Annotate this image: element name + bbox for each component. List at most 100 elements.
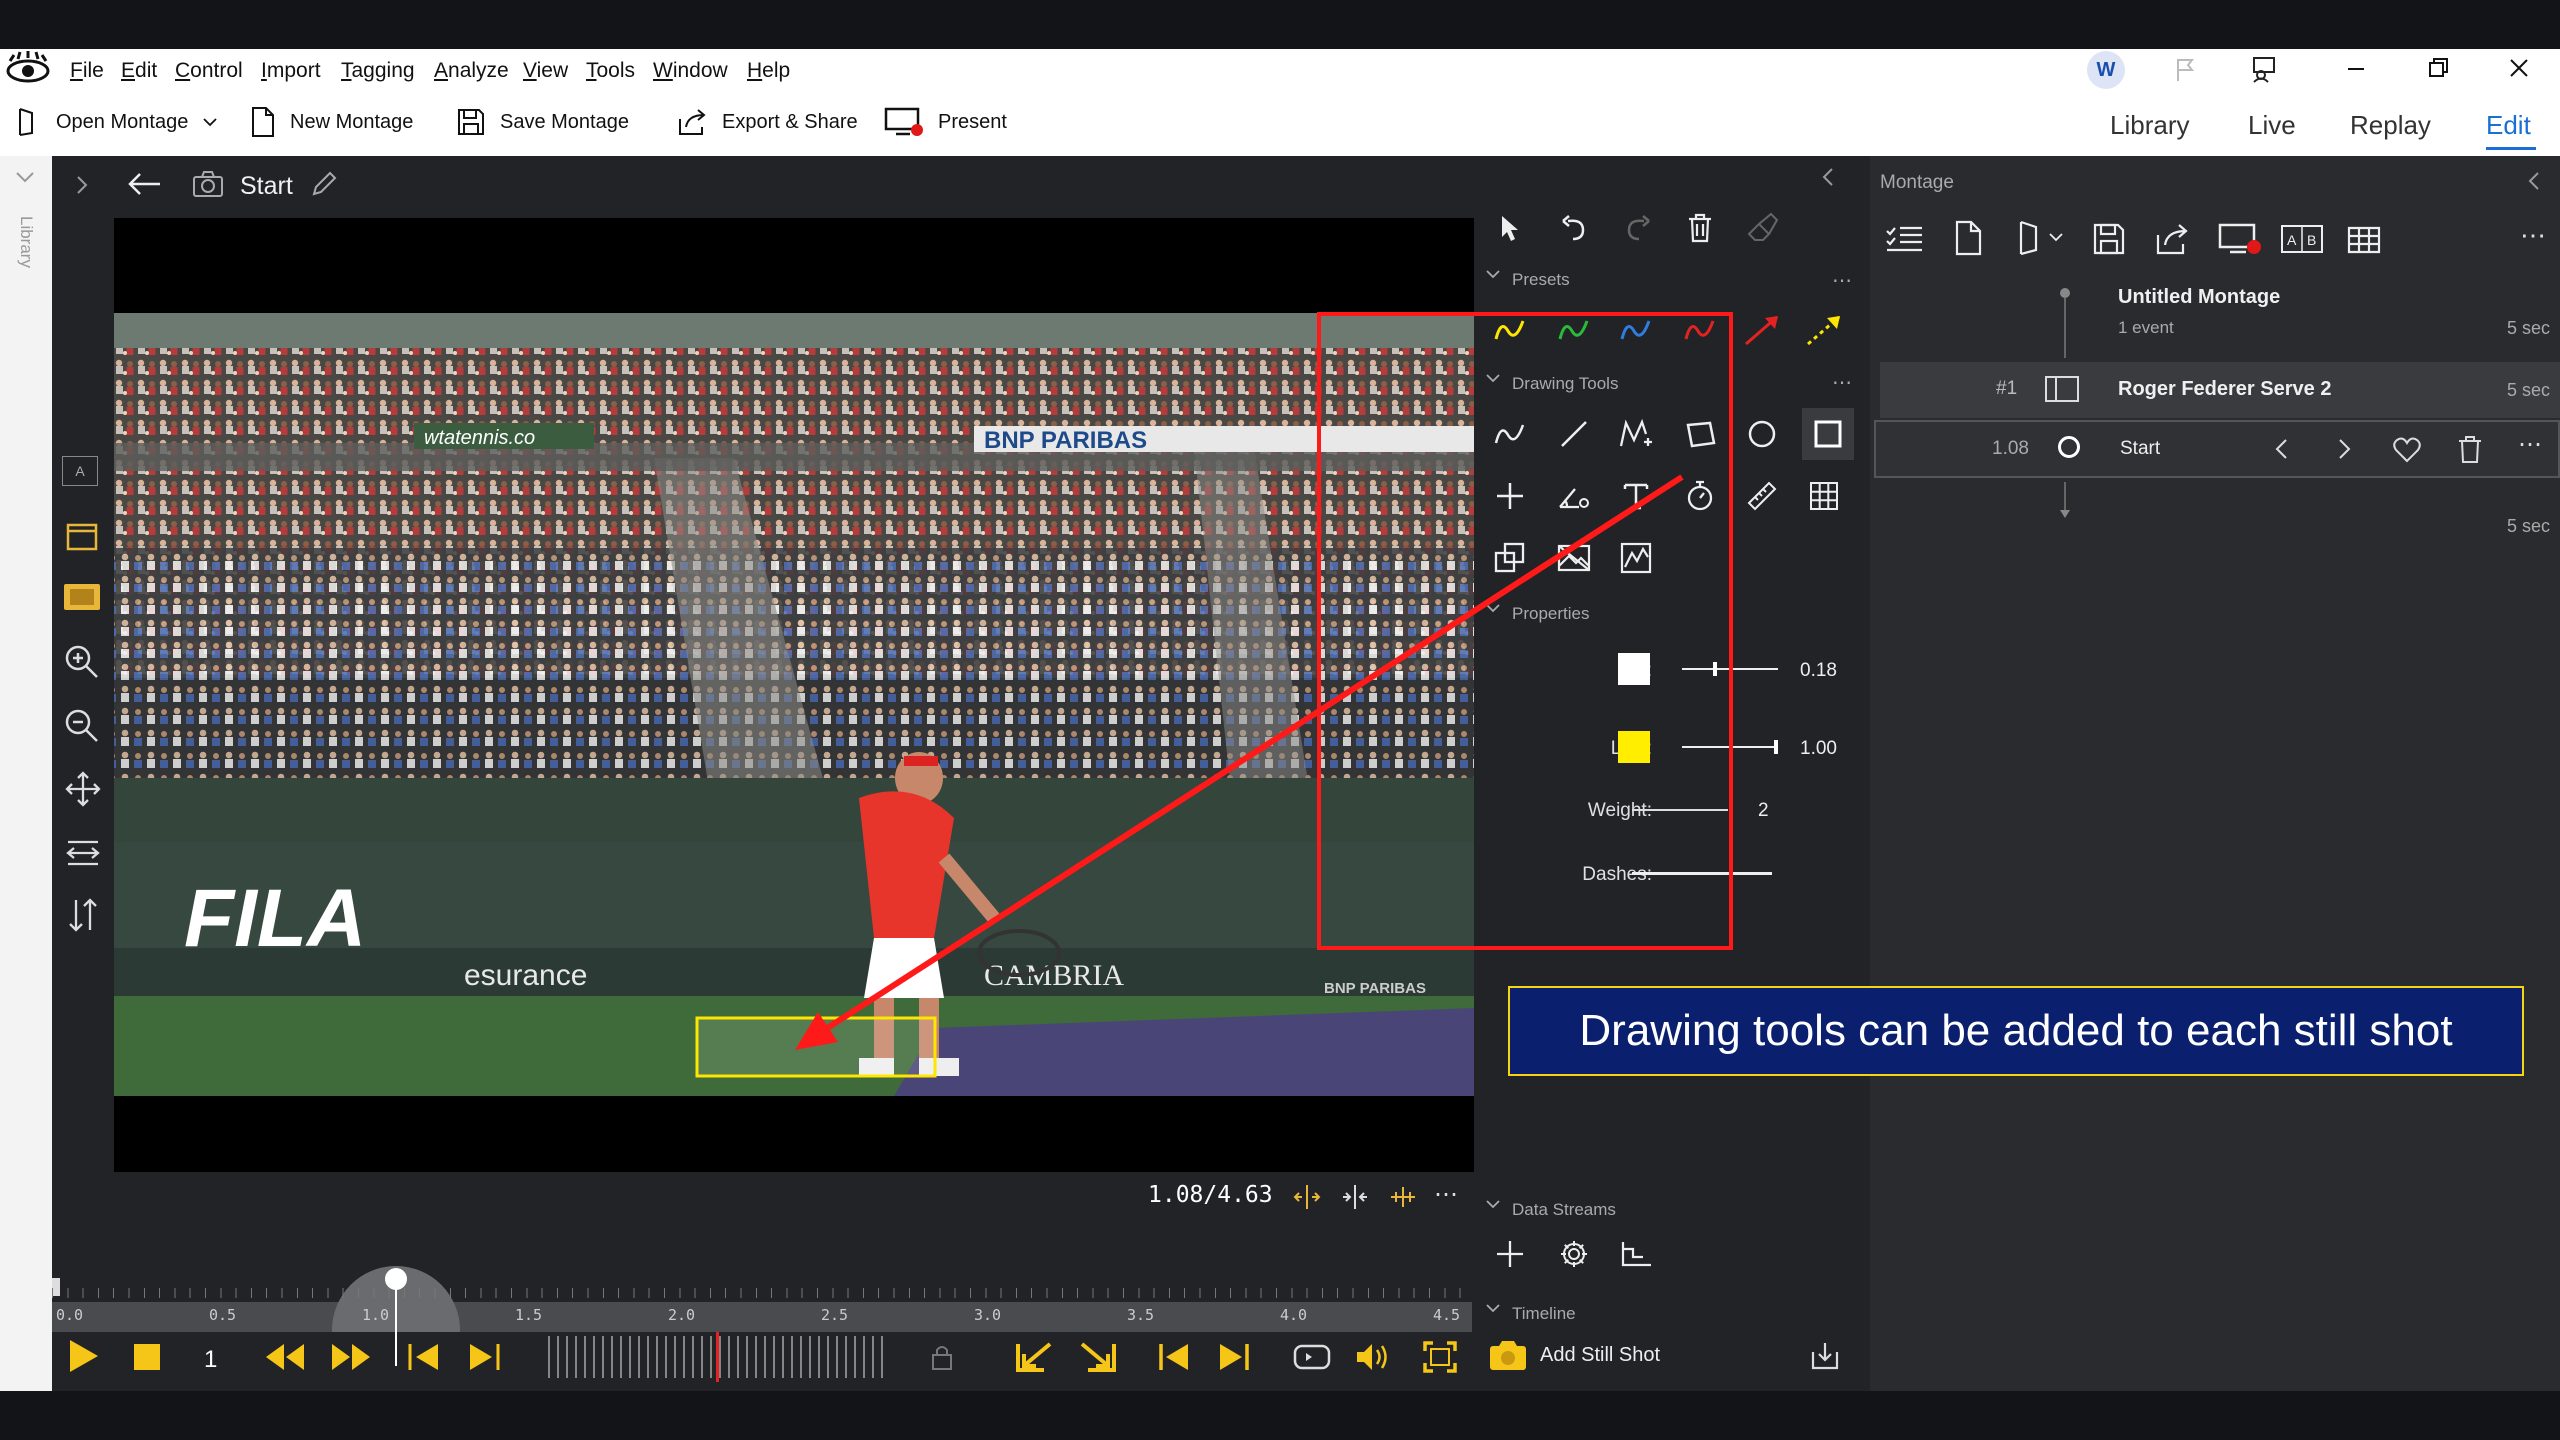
axis-chart-icon[interactable] xyxy=(1614,1232,1658,1276)
compare-ab-icon[interactable]: AB xyxy=(2280,224,2324,254)
tab-live[interactable]: Live xyxy=(2248,110,2296,141)
menu-view[interactable]: View xyxy=(523,59,568,83)
feedback-icon[interactable] xyxy=(2250,55,2278,83)
menu-window[interactable]: Window xyxy=(653,59,728,83)
video-viewer[interactable]: wtatennis.co BNP PARIBAS FILA esurance C… xyxy=(114,218,1474,1172)
text-tool-icon[interactable] xyxy=(1614,474,1658,518)
frame-single-icon[interactable] xyxy=(66,522,98,552)
fast-forward-button[interactable] xyxy=(330,1342,372,1372)
fill-color-swatch[interactable] xyxy=(1618,653,1650,685)
polygon-tool-icon[interactable] xyxy=(1678,412,1722,456)
trim-center-icon[interactable] xyxy=(1340,1182,1370,1212)
trim-out-icon[interactable] xyxy=(1388,1182,1418,1212)
clip-row[interactable]: #1 Roger Federer Serve 2 5 sec xyxy=(1880,362,2560,418)
export-share-button[interactable]: Export & Share xyxy=(676,105,858,139)
preset-red-curve-icon[interactable] xyxy=(1678,308,1722,352)
eraser-icon[interactable] xyxy=(1740,206,1784,250)
user-avatar[interactable]: W xyxy=(2087,51,2125,89)
skip-to-start-icon[interactable] xyxy=(1156,1342,1192,1372)
tab-library[interactable]: Library xyxy=(2110,110,2189,141)
step-forward-button[interactable] xyxy=(466,1342,504,1372)
drawing-tools-more-icon[interactable]: ⋯ xyxy=(1832,370,1852,395)
menu-tools[interactable]: Tools xyxy=(586,59,635,83)
polyline-tool-icon[interactable] xyxy=(1614,412,1658,456)
delete-still-icon[interactable] xyxy=(2456,434,2484,464)
rewind-button[interactable] xyxy=(264,1342,306,1372)
trim-in-icon[interactable] xyxy=(1292,1182,1322,1212)
menu-tagging[interactable]: Tagging xyxy=(341,59,415,83)
save-montage-button[interactable]: Save Montage xyxy=(456,105,629,139)
line-opacity-slider[interactable] xyxy=(1682,740,1778,754)
ruler-tool-icon[interactable] xyxy=(1740,474,1784,518)
chart-overlay-tool-icon[interactable] xyxy=(1614,536,1658,580)
grid-layout-icon[interactable] xyxy=(2346,222,2382,256)
expand-chevron-icon[interactable] xyxy=(74,174,90,196)
preset-yellow-curve-icon[interactable] xyxy=(1488,308,1532,352)
frame-step-value[interactable]: 1 xyxy=(204,1346,217,1374)
properties-chevron-icon[interactable] xyxy=(1484,602,1502,616)
undo-icon[interactable] xyxy=(1552,206,1596,250)
menu-help[interactable]: Help xyxy=(747,59,790,83)
mark-out-icon[interactable] xyxy=(1078,1340,1118,1374)
ellipse-tool-icon[interactable] xyxy=(1740,412,1784,456)
open-montage-button[interactable]: Open Montage xyxy=(16,105,218,139)
frame-film-icon[interactable] xyxy=(62,580,102,614)
montage-header-row[interactable]: Untitled Montage 1 event 5 sec xyxy=(1880,276,2560,360)
zoom-in-icon[interactable] xyxy=(64,644,100,680)
rectangle-annotation[interactable] xyxy=(695,1016,937,1078)
edit-pencil-icon[interactable] xyxy=(310,170,338,198)
stopwatch-tool-icon[interactable] xyxy=(1678,474,1722,518)
pan-move-icon[interactable] xyxy=(64,770,102,808)
save-montage-icon[interactable] xyxy=(2092,222,2126,256)
select-arrow-icon[interactable] xyxy=(1488,206,1532,250)
drawing-tools-chevron-icon[interactable] xyxy=(1484,372,1502,386)
volume-icon[interactable] xyxy=(1354,1340,1392,1374)
present-montage-icon[interactable] xyxy=(2218,222,2262,256)
tab-replay[interactable]: Replay xyxy=(2350,110,2431,141)
still-more-icon[interactable]: ⋯ xyxy=(2518,430,2542,459)
line-tool-icon[interactable] xyxy=(1552,412,1596,456)
flag-icon[interactable] xyxy=(2172,57,2198,83)
preset-green-curve-icon[interactable] xyxy=(1552,308,1596,352)
annotation-a-icon[interactable]: A xyxy=(62,456,98,486)
share-montage-icon[interactable] xyxy=(2154,222,2190,256)
favorite-heart-icon[interactable] xyxy=(2392,436,2422,464)
presets-more-icon[interactable]: ⋯ xyxy=(1832,268,1852,293)
fill-slider-thumb[interactable] xyxy=(1713,662,1717,676)
present-button[interactable]: Present xyxy=(884,105,1007,139)
new-montage-icon[interactable] xyxy=(1954,220,1984,256)
grid-tool-icon[interactable] xyxy=(1802,474,1846,518)
settings-gear-icon[interactable] xyxy=(1552,1232,1596,1276)
preset-red-arrow-icon[interactable] xyxy=(1740,308,1784,352)
zoom-out-icon[interactable] xyxy=(64,708,100,744)
library-rail-label[interactable]: Library xyxy=(4,216,48,268)
delete-trash-icon[interactable] xyxy=(1678,206,1722,250)
timeline-more-icon[interactable]: ⋯ xyxy=(1434,1180,1458,1209)
add-data-stream-icon[interactable] xyxy=(1488,1232,1532,1276)
montage-more-icon[interactable]: ⋯ xyxy=(2520,220,2546,251)
list-view-icon[interactable] xyxy=(1884,222,1924,256)
restore-icon[interactable] xyxy=(2428,57,2450,79)
new-montage-button[interactable]: New Montage xyxy=(250,105,413,139)
timeline-chevron-icon[interactable] xyxy=(1484,1302,1502,1316)
presets-chevron-icon[interactable] xyxy=(1484,268,1502,282)
fill-opacity-slider[interactable] xyxy=(1682,662,1778,676)
lock-icon[interactable] xyxy=(930,1342,954,1372)
data-streams-chevron-icon[interactable] xyxy=(1484,1198,1502,1212)
redo-icon[interactable] xyxy=(1616,206,1660,250)
previous-chevron-icon[interactable] xyxy=(2272,436,2292,462)
menu-file[interactable]: File xyxy=(70,59,104,83)
preset-yellow-dashed-arrow-icon[interactable] xyxy=(1802,308,1846,352)
close-icon[interactable] xyxy=(2508,57,2530,79)
skip-to-end-icon[interactable] xyxy=(1216,1342,1252,1372)
loop-icon[interactable] xyxy=(1292,1340,1332,1374)
preset-blue-curve-icon[interactable] xyxy=(1614,308,1658,352)
image-mask-tool-icon[interactable] xyxy=(1552,536,1596,580)
mark-in-icon[interactable] xyxy=(1014,1340,1054,1374)
crosshair-tool-icon[interactable] xyxy=(1488,474,1532,518)
weight-line-preview[interactable] xyxy=(1632,809,1728,811)
play-button[interactable] xyxy=(62,1336,102,1376)
rectangle-tool-icon[interactable] xyxy=(1802,408,1854,460)
next-chevron-icon[interactable] xyxy=(2334,436,2354,462)
angle-tool-icon[interactable] xyxy=(1552,474,1596,518)
